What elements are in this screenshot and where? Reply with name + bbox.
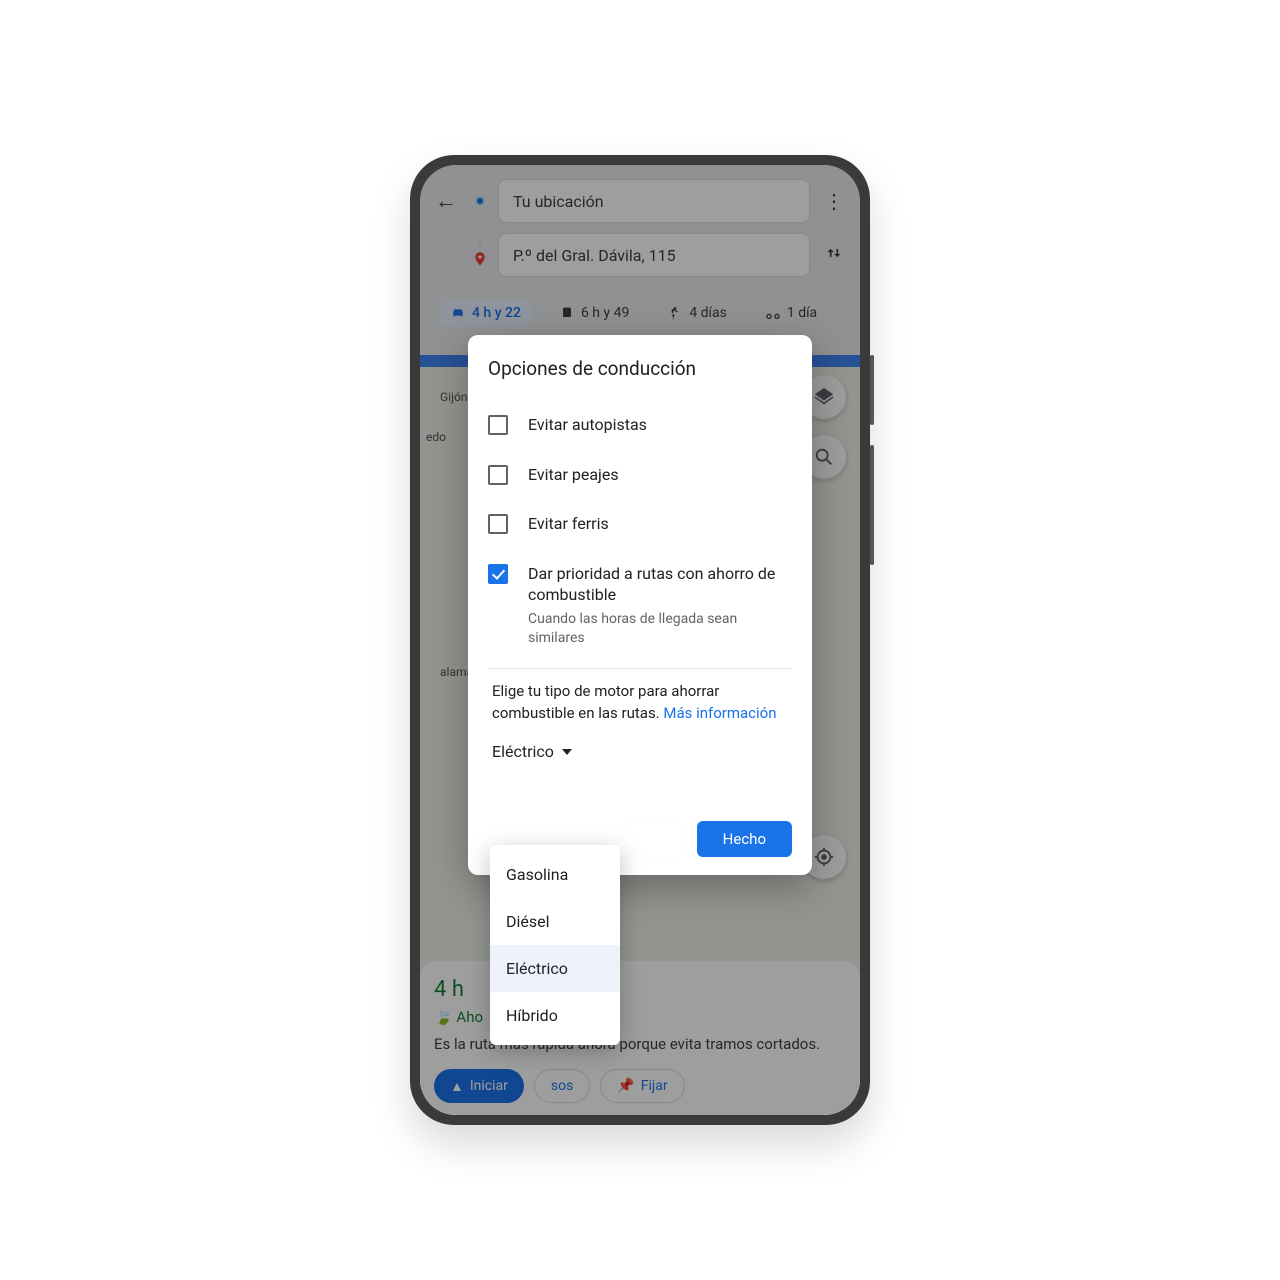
phone-power-button [870, 355, 874, 425]
engine-prompt-text: Elige tu tipo de motor para ahorrar comb… [488, 681, 792, 725]
phone-frame: ← Tu ubicación ⋮ ⋮ [410, 155, 870, 1125]
engine-option-hibrido[interactable]: Híbrido [490, 992, 620, 1039]
divider [488, 668, 792, 669]
option-avoid-highways[interactable]: Evitar autopistas [488, 400, 792, 450]
checkbox-unchecked-icon[interactable] [488, 514, 508, 534]
engine-option-gasolina[interactable]: Gasolina [490, 851, 620, 898]
engine-selected-value: Eléctrico [492, 742, 554, 761]
option-avoid-ferries[interactable]: Evitar ferris [488, 499, 792, 549]
option-label: Evitar ferris [528, 513, 609, 535]
option-prefer-fuel-efficient[interactable]: Dar prioridad a rutas con ahorro de comb… [488, 549, 792, 662]
done-button[interactable]: Hecho [697, 821, 792, 857]
engine-option-electrico[interactable]: Eléctrico [490, 945, 620, 992]
option-label: Dar prioridad a rutas con ahorro de comb… [528, 563, 792, 606]
chevron-down-icon [562, 749, 572, 755]
checkbox-checked-icon[interactable] [488, 564, 508, 584]
cancel-button[interactable] [625, 821, 685, 857]
option-label: Evitar autopistas [528, 414, 647, 436]
checkbox-unchecked-icon[interactable] [488, 465, 508, 485]
option-avoid-tolls[interactable]: Evitar peajes [488, 450, 792, 500]
option-subtitle: Cuando las horas de llegada sean similar… [528, 610, 792, 648]
engine-type-menu: Gasolina Diésel Eléctrico Híbrido [490, 845, 620, 1045]
phone-screen: ← Tu ubicación ⋮ ⋮ [420, 165, 860, 1115]
engine-option-diesel[interactable]: Diésel [490, 898, 620, 945]
phone-volume-button [870, 445, 874, 565]
driving-options-modal: Opciones de conducción Evitar autopistas… [468, 335, 812, 875]
more-info-link[interactable]: Más información [663, 704, 776, 722]
option-label: Evitar peajes [528, 464, 619, 486]
checkbox-unchecked-icon[interactable] [488, 415, 508, 435]
engine-type-dropdown[interactable]: Eléctrico [492, 742, 792, 761]
modal-title: Opciones de conducción [488, 357, 792, 380]
